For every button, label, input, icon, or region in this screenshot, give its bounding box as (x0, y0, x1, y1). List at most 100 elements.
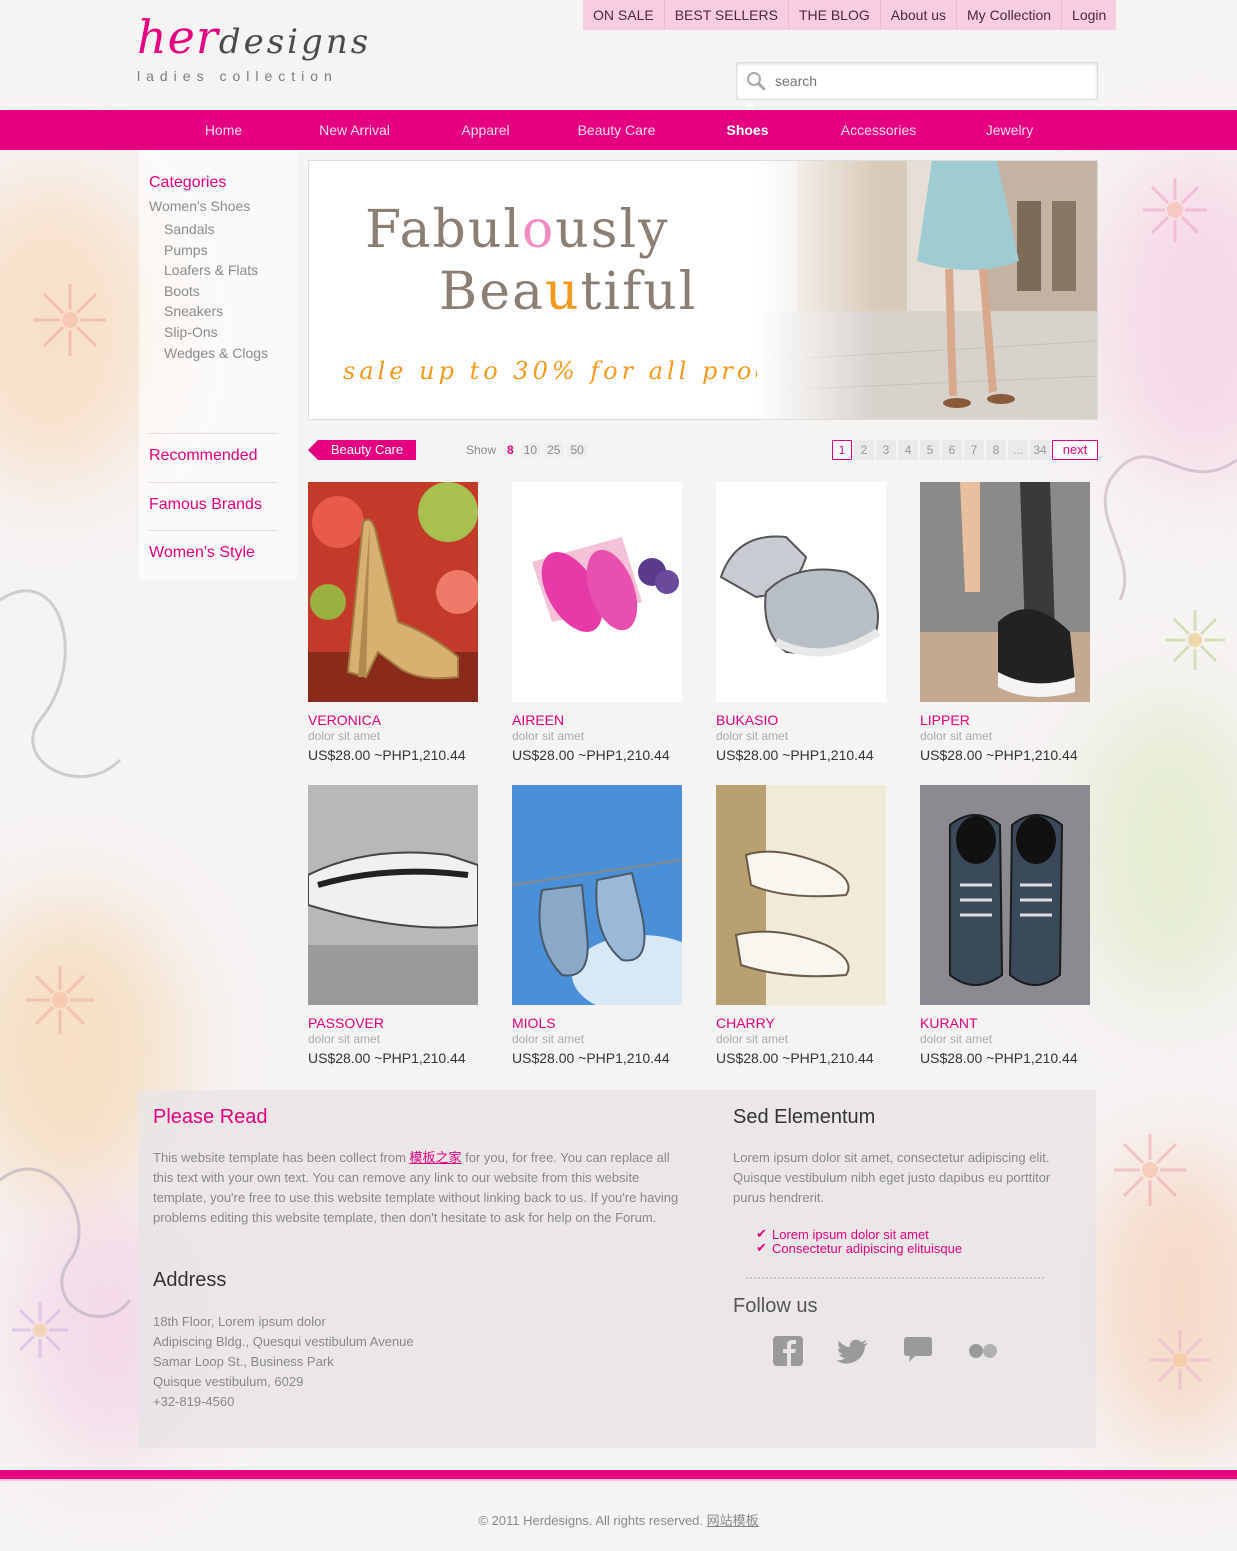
top-nav-best-sellers[interactable]: BEST SELLERS (663, 0, 788, 30)
product-card[interactable]: PASSOVER dolor sit amet US$28.00 ~PHP1,2… (308, 785, 490, 1066)
show-option-25[interactable]: 25 (544, 443, 564, 457)
search-icon[interactable] (745, 70, 767, 92)
sidebar-famous-brands[interactable]: Famous Brands (149, 496, 262, 514)
product-desc: dolor sit amet (920, 1032, 993, 1046)
product-card[interactable]: VERONICA dolor sit amet US$28.00 ~PHP1,2… (308, 482, 490, 763)
checklist-item: ✔ Consectetur adipiscing elituisque (750, 1240, 963, 1256)
logo-main: her (137, 10, 219, 64)
check-icon: ✔ (756, 1240, 767, 1255)
product-card[interactable]: KURANT dolor sit amet US$28.00 ~PHP1,210… (920, 785, 1102, 1066)
product-desc: dolor sit amet (512, 1032, 585, 1046)
product-card[interactable]: BUKASIO dolor sit amet US$28.00 ~PHP1,21… (716, 482, 898, 763)
product-name[interactable]: BUKASIO (716, 712, 898, 728)
banner-text: u (545, 262, 581, 322)
product-image[interactable] (920, 482, 1090, 702)
sidebar-recommended[interactable]: Recommended (149, 447, 258, 465)
product-image[interactable] (308, 785, 478, 1005)
subcategory-loafers-flats[interactable]: Loafers & Flats (164, 260, 268, 281)
footer-link[interactable]: 网站模板 (707, 1513, 759, 1528)
page-34[interactable]: 34 (1030, 440, 1050, 460)
subcategory-pumps[interactable]: Pumps (164, 240, 268, 261)
product-price: US$28.00 ~PHP1,210.44 (512, 747, 670, 763)
divider (149, 530, 277, 531)
divider (149, 433, 277, 434)
product-name[interactable]: CHARRY (716, 1015, 898, 1031)
active-pointer (743, 102, 757, 110)
product-card[interactable]: CHARRY dolor sit amet US$28.00 ~PHP1,210… (716, 785, 898, 1066)
nav-accessories[interactable]: Accessories (813, 110, 944, 150)
top-nav-login[interactable]: Login (1061, 0, 1116, 30)
facebook-icon[interactable] (771, 1334, 807, 1368)
product-image[interactable] (512, 785, 682, 1005)
sed-elementum-title: Sed Elementum (733, 1106, 876, 1128)
page-2[interactable]: 2 (854, 440, 874, 460)
page-5[interactable]: 5 (920, 440, 940, 460)
banner-text: Fabul (365, 200, 522, 260)
product-name[interactable]: PASSOVER (308, 1015, 490, 1031)
product-card[interactable]: MIOLS dolor sit amet US$28.00 ~PHP1,210.… (512, 785, 694, 1066)
footer-copyright: © 2011 Herdesigns. All rights reserved. … (0, 1510, 1237, 1529)
product-desc: dolor sit amet (716, 729, 789, 743)
checklist-item-label: Consectetur adipiscing elituisque (772, 1241, 963, 1256)
top-nav-about-us[interactable]: About us (879, 0, 956, 30)
subcategory-wedges-clogs[interactable]: Wedges & Clogs (164, 343, 268, 364)
top-nav-the-blog[interactable]: THE BLOG (787, 0, 880, 30)
product-card[interactable]: LIPPER dolor sit amet US$28.00 ~PHP1,210… (920, 482, 1102, 763)
product-name[interactable]: MIOLS (512, 1015, 694, 1031)
banner-text: Bea (439, 262, 545, 322)
template-source-link[interactable]: 模板之家 (410, 1150, 462, 1165)
nav-apparel[interactable]: Apparel (420, 110, 551, 150)
pagination: 1 2 3 4 5 6 7 8 ... 34 next (832, 440, 1098, 460)
promo-banner[interactable]: Fabulously Beautiful sale up to 30% for … (308, 160, 1098, 420)
page-4[interactable]: 4 (898, 440, 918, 460)
subcategory-sandals[interactable]: Sandals (164, 219, 268, 240)
search-input[interactable] (773, 69, 1087, 93)
nav-beauty-care[interactable]: Beauty Care (551, 110, 682, 150)
product-desc: dolor sit amet (716, 1032, 789, 1046)
page-3[interactable]: 3 (876, 440, 896, 460)
chat-icon[interactable] (900, 1334, 936, 1368)
product-image[interactable] (920, 785, 1090, 1005)
banner-photo (757, 161, 1097, 419)
page-8[interactable]: 8 (986, 440, 1006, 460)
address-line: Quisque vestibulum, 6029 (153, 1374, 304, 1389)
section-tag[interactable]: Beauty Care (308, 440, 416, 460)
next-page-button[interactable]: next (1052, 440, 1098, 460)
product-price: US$28.00 ~PHP1,210.44 (716, 1050, 874, 1066)
product-card[interactable]: AIREEN dolor sit amet US$28.00 ~PHP1,210… (512, 482, 694, 763)
subcategory-sneakers[interactable]: Sneakers (164, 301, 268, 322)
product-image[interactable] (512, 482, 682, 702)
show-option-8[interactable]: 8 (504, 443, 517, 457)
show-option-50[interactable]: 50 (567, 443, 587, 457)
sidebar-womens-style[interactable]: Women's Style (149, 544, 255, 562)
top-nav-my-collection[interactable]: My Collection (956, 0, 1061, 30)
category-womens-shoes[interactable]: Women's Shoes (149, 198, 250, 214)
nav-shoes[interactable]: Shoes (682, 110, 813, 150)
checklist-item-label: Lorem ipsum dolor sit amet (772, 1227, 929, 1242)
product-image[interactable] (308, 482, 478, 702)
site-logo[interactable]: herdesigns ladies collection (137, 14, 371, 84)
info-panel: Please Read This website template has be… (138, 1090, 1096, 1448)
show-option-10[interactable]: 10 (520, 443, 541, 457)
page-6[interactable]: 6 (942, 440, 962, 460)
top-nav-on-sale[interactable]: ON SALE (583, 0, 664, 30)
product-name[interactable]: KURANT (920, 1015, 1102, 1031)
product-desc: dolor sit amet (308, 1032, 381, 1046)
page-1[interactable]: 1 (832, 440, 852, 460)
nav-jewelry[interactable]: Jewelry (944, 110, 1075, 150)
product-image[interactable] (716, 785, 886, 1005)
product-name[interactable]: AIREEN (512, 712, 694, 728)
twitter-icon[interactable] (835, 1334, 871, 1368)
nav-home[interactable]: Home (158, 110, 289, 150)
product-image[interactable] (716, 482, 886, 702)
flickr-icon[interactable] (965, 1334, 1001, 1368)
subcategory-boots[interactable]: Boots (164, 281, 268, 302)
product-name[interactable]: VERONICA (308, 712, 490, 728)
banner-headline: Fabulously Beautiful (365, 199, 697, 323)
product-name[interactable]: LIPPER (920, 712, 1102, 728)
page-7[interactable]: 7 (964, 440, 984, 460)
sidebar: Categories Women's Shoes Sandals Pumps L… (139, 150, 297, 580)
checklist-item: ✔ Lorem ipsum dolor sit amet (750, 1227, 962, 1242)
nav-new-arrival[interactable]: New Arrival (289, 110, 420, 150)
subcategory-slip-ons[interactable]: Slip-Ons (164, 322, 268, 343)
